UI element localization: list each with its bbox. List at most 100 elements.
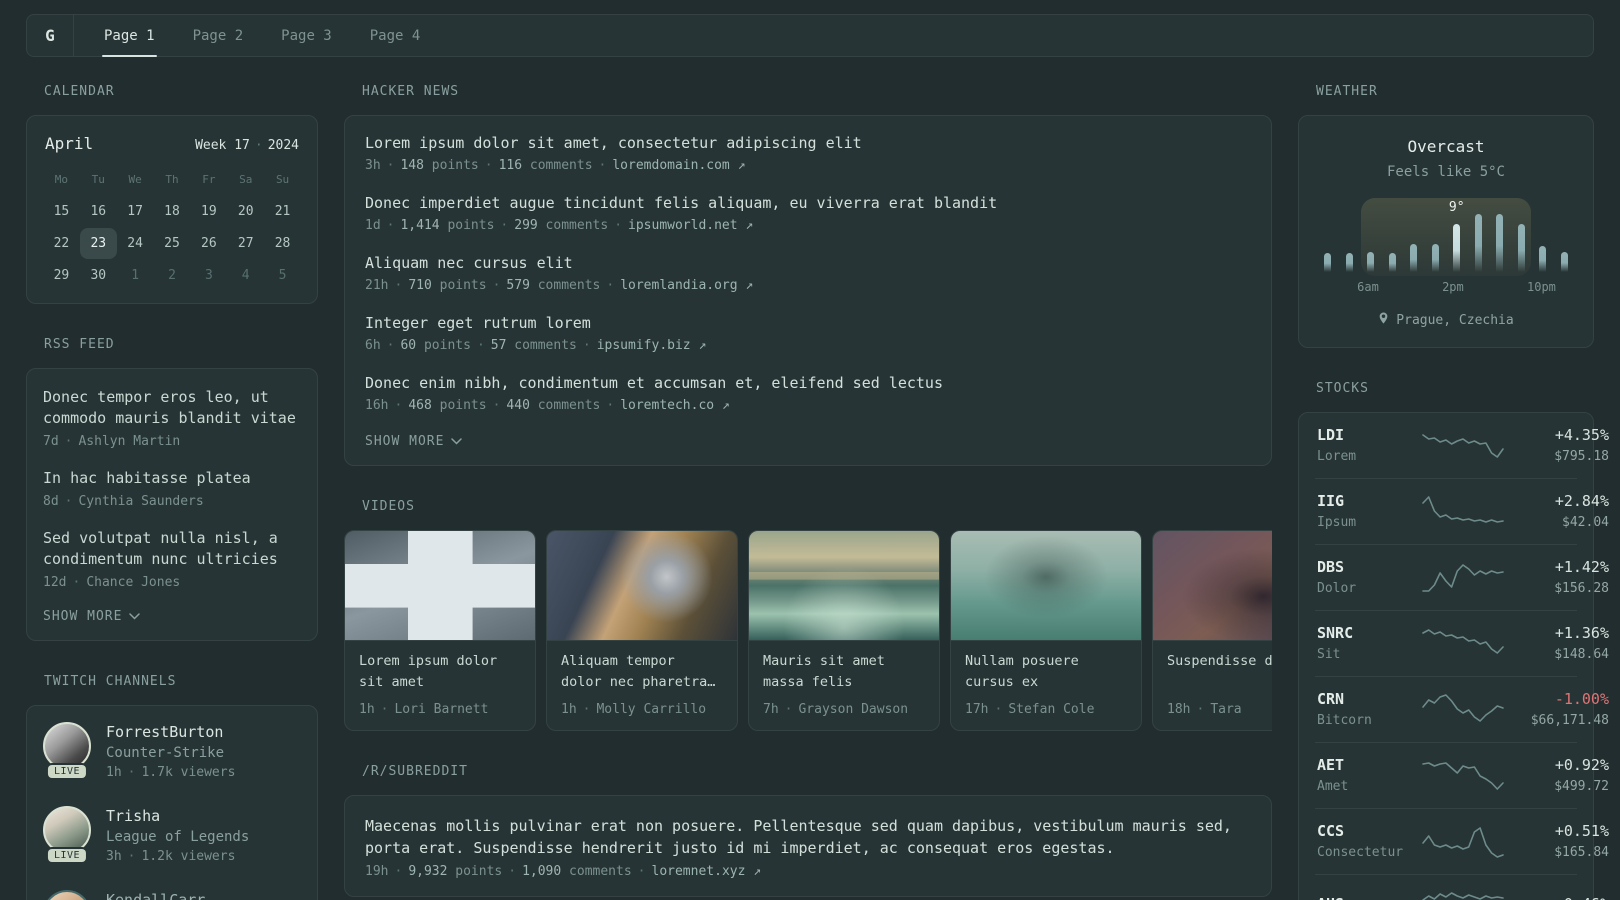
stock-change: +2.84% $42.04 <box>1505 492 1609 530</box>
stock-row[interactable]: AHS +0.46% <box>1315 874 1609 900</box>
video-title[interactable]: Lorem ipsum dolor sit amet consectetu… <box>359 651 521 693</box>
rss-show-more-button[interactable]: SHOW MORE <box>43 609 301 624</box>
twitch-channel-list: LIVE ForrestBurton Counter-Strike 1h · 1.7k v… <box>43 722 301 900</box>
hackernews-widget: Lorem ipsum dolor sit amet, consectetur … <box>344 115 1272 466</box>
stock-symbol[interactable]: CRN <box>1317 690 1421 708</box>
stock-row[interactable]: CCS Consectetur +0.51% $165.84 <box>1315 808 1609 874</box>
stock-sparkline <box>1421 691 1505 727</box>
subreddit-widget: Maecenas mollis pulvinar erat non posuer… <box>344 795 1272 897</box>
story-title[interactable]: Lorem ipsum dolor sit amet, consectetur … <box>365 134 1251 152</box>
calendar-day: 27 <box>237 236 254 251</box>
channel-name[interactable]: KendallCarr <box>106 891 205 900</box>
rss-item-title[interactable]: Sed volutpat nulla nisl, a condimentum n… <box>43 528 301 570</box>
video-title[interactable]: Suspendisse diam <box>1167 651 1272 693</box>
post-title[interactable]: Maecenas mollis pulvinar erat non posuer… <box>365 815 1251 859</box>
app-logo[interactable]: G <box>27 15 74 56</box>
channel-name[interactable]: Trisha <box>106 807 249 825</box>
weather-widget: Overcast Feels like 5°C 9° 6am 2pm 10pm Pr… <box>1298 115 1594 348</box>
nav-tab-page-3[interactable]: Page 3 <box>277 15 336 56</box>
stock-row[interactable]: LDI Lorem +4.35% $795.18 <box>1315 413 1609 478</box>
twitch-channel-item[interactable]: LIVE Trisha League of Legends 3h · 1.2k viewe… <box>43 806 301 864</box>
hour-label <box>1400 280 1421 294</box>
story-title[interactable]: Donec imperdiet augue tincidunt felis al… <box>365 194 1251 212</box>
video-title[interactable]: Nullam posuere cursus ex <box>965 651 1127 693</box>
external-link[interactable]: ipsumify.biz ↗ <box>597 338 707 353</box>
nav-tab-page-2[interactable]: Page 2 <box>189 15 248 56</box>
external-link[interactable]: ipsumworld.net ↗ <box>628 218 753 233</box>
story-time: 3h <box>365 158 381 173</box>
video-thumbnail[interactable] <box>951 531 1141 641</box>
story-comments: 57 comments <box>490 338 577 353</box>
stock-symbol[interactable]: CCS <box>1317 822 1421 840</box>
stock-symbol[interactable]: LDI <box>1317 426 1421 444</box>
video-author: Grayson Dawson <box>798 702 909 717</box>
stock-row[interactable]: CRN Bitcorn -1.00% $66,171.48 <box>1315 676 1609 742</box>
hackernews-item: Lorem ipsum dolor sit amet, consectetur … <box>365 134 1251 173</box>
video-card[interactable]: Suspendisse diam 18h · Tara <box>1152 530 1272 731</box>
channel-name[interactable]: ForrestBurton <box>106 723 235 741</box>
external-link[interactable]: loremdomain.com ↗ <box>612 158 745 173</box>
stock-sparkline <box>1421 757 1505 793</box>
story-comments: 440 comments <box>506 398 601 413</box>
stock-row[interactable]: DBS Dolor +1.42% $156.28 <box>1315 544 1609 610</box>
video-thumbnail[interactable] <box>345 531 535 641</box>
separator-dot: · <box>64 434 73 449</box>
twitch-channel-item[interactable]: LIVE ForrestBurton Counter-Strike 1h · 1.7k v… <box>43 722 301 780</box>
channel-avatar[interactable] <box>43 890 91 900</box>
stock-identity: DBS Dolor <box>1317 558 1421 596</box>
section-title-weather: WEATHER <box>1316 84 1378 99</box>
story-title[interactable]: Donec enim nibh, condimentum et accumsan… <box>365 374 1251 392</box>
video-thumbnail[interactable] <box>547 531 737 641</box>
stock-sparkline <box>1421 888 1505 900</box>
video-thumbnail[interactable] <box>1153 531 1272 641</box>
stock-symbol[interactable]: SNRC <box>1317 624 1421 642</box>
video-card[interactable]: Nullam posuere cursus ex 17h · Stefan Cole <box>950 530 1142 731</box>
post-time: 19h <box>365 864 389 879</box>
external-link[interactable]: loremlandia.org ↗ <box>620 278 753 293</box>
video-title[interactable]: Aliquam tempor dolor nec pharetra… <box>561 651 723 693</box>
channel-meta: 3h · 1.2k viewers <box>106 849 249 864</box>
story-title[interactable]: Aliquam nec cursus elit <box>365 254 1251 272</box>
stock-symbol[interactable]: AHS <box>1317 895 1421 900</box>
stock-name: Amet <box>1317 779 1349 794</box>
stock-symbol[interactable]: AET <box>1317 756 1421 774</box>
video-time: 7h <box>763 702 779 717</box>
stock-row[interactable]: AET Amet +0.92% $499.72 <box>1315 742 1609 808</box>
nav-tab-page-4[interactable]: Page 4 <box>366 15 425 56</box>
external-link[interactable]: loremnet.xyz ↗ <box>652 864 762 879</box>
separator-dot: · <box>606 278 615 293</box>
rss-item-meta: 7d · Ashlyn Martin <box>43 434 301 449</box>
separator-dot: · <box>386 158 395 173</box>
story-comments: 579 comments <box>506 278 601 293</box>
hackernews-show-more-button[interactable]: SHOW MORE <box>365 434 1251 449</box>
twitch-channel-item[interactable]: KendallCarr <box>43 890 301 900</box>
stock-symbol[interactable]: IIG <box>1317 492 1421 510</box>
video-title[interactable]: Mauris sit amet massa felis <box>763 651 925 693</box>
section-title-twitch: TWITCH CHANNELS <box>44 674 177 689</box>
stock-row[interactable]: IIG Ipsum +2.84% $42.04 <box>1315 478 1609 544</box>
stock-symbol[interactable]: DBS <box>1317 558 1421 576</box>
nav-tab-page-1[interactable]: Page 1 <box>100 15 159 57</box>
rss-item-title[interactable]: In hac habitasse platea <box>43 468 301 489</box>
rss-item-title[interactable]: Donec tempor eros leo, ut commodo mauris… <box>43 387 301 429</box>
stock-sparkline <box>1421 625 1505 661</box>
nav-tabs: Page 1 Page 2 Page 3 Page 4 <box>74 15 450 57</box>
story-title[interactable]: Integer eget rutrum lorem <box>365 314 1251 332</box>
video-meta: 18h · Tara <box>1167 702 1272 717</box>
video-thumbnail[interactable] <box>749 531 939 641</box>
channel-viewers: 1.2k viewers <box>141 849 236 864</box>
calendar-week-year: Week 17 · 2024 <box>195 138 299 153</box>
stock-name: Bitcorn <box>1317 713 1372 728</box>
channel-avatar[interactable] <box>43 722 91 770</box>
channel-avatar[interactable] <box>43 806 91 854</box>
video-card[interactable]: Mauris sit amet massa felis 7h · Grayson Da… <box>748 530 940 731</box>
stock-sparkline <box>1421 823 1505 859</box>
video-card[interactable]: Aliquam tempor dolor nec pharetra… 1h · Mol… <box>546 530 738 731</box>
video-meta: 17h · Stefan Cole <box>965 702 1127 717</box>
video-card[interactable]: Lorem ipsum dolor sit amet consectetu… 1h… <box>344 530 536 731</box>
separator-dot: · <box>784 702 793 717</box>
hour-label <box>1556 280 1577 294</box>
external-link[interactable]: loremtech.co ↗ <box>620 398 730 413</box>
post-points-value: 9,932 <box>408 864 448 879</box>
stock-row[interactable]: SNRC Sit +1.36% $148.64 <box>1315 610 1609 676</box>
